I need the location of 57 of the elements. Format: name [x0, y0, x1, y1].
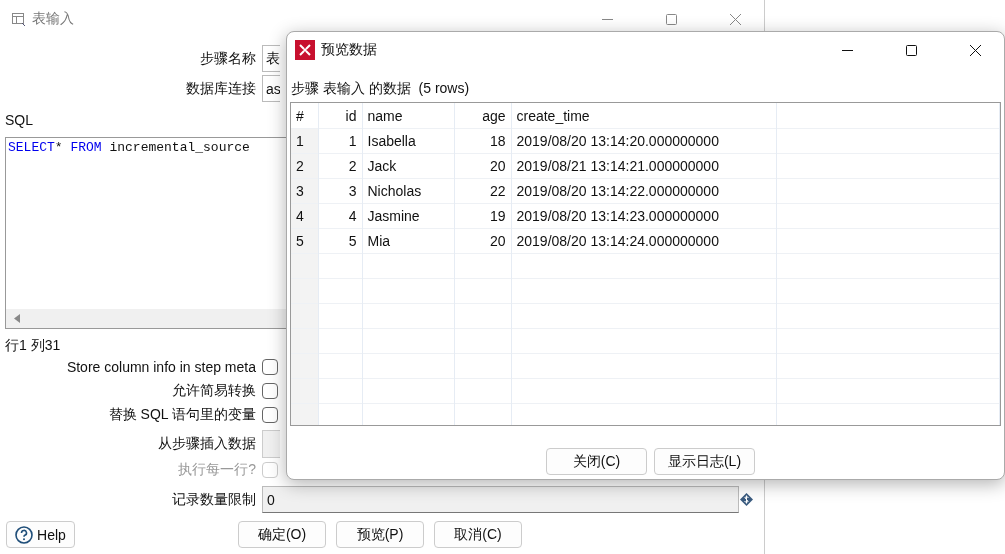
dialog-title: 预览数据: [321, 41, 377, 59]
field-label: 步骤名称: [199, 49, 257, 68]
step-dropdown[interactable]: [262, 430, 280, 458]
table-cell: 5: [318, 228, 362, 254]
app-logo-icon: [295, 40, 315, 60]
table-cell: Jack: [362, 153, 454, 179]
table-cell: Mia: [362, 228, 454, 254]
sql-label: SQL: [5, 111, 33, 130]
row-number: 5: [291, 228, 318, 254]
row-number: 4: [291, 203, 318, 229]
table-cell: 2019/08/20 13:14:23.000000000: [511, 203, 776, 229]
dialog-button[interactable]: 预览(P): [336, 521, 424, 548]
input-field[interactable]: as: [262, 75, 280, 102]
table-cell: 4: [318, 203, 362, 229]
preview-caption: 步骤 表输入 的数据 (5 rows): [291, 79, 470, 98]
row-number: 1: [291, 128, 318, 154]
variable-icon: [740, 493, 753, 506]
dialog-button[interactable]: 确定(O): [238, 521, 326, 548]
table-cell: 22: [454, 178, 511, 204]
dialog-button[interactable]: 取消(C): [434, 521, 522, 548]
table-cell: 20: [454, 228, 511, 254]
table-cell: 2019/08/21 13:14:21.000000000: [511, 153, 776, 179]
option-label: 允许简易转换: [171, 382, 257, 400]
table-cell: 3: [318, 178, 362, 204]
input-field[interactable]: 表: [262, 45, 280, 72]
option-label: 执行每一行?: [177, 461, 257, 479]
checkbox[interactable]: [262, 359, 278, 375]
scroll-left-icon[interactable]: [14, 314, 20, 323]
checkbox[interactable]: [262, 407, 278, 423]
cursor-position: 行1 列31: [5, 336, 61, 355]
table-icon: [12, 12, 26, 26]
option-label: 替换 SQL 语句里的变量: [107, 406, 257, 424]
table-cell: 2019/08/20 13:14:24.000000000: [511, 228, 776, 254]
option-label: Store column info in step meta: [65, 359, 257, 375]
table-cell: 2019/08/20 13:14:20.000000000: [511, 128, 776, 154]
limit-field[interactable]: 0: [262, 486, 739, 513]
field-label: 数据库连接: [185, 79, 257, 98]
table-cell: 20: [454, 153, 511, 179]
option-label: 记录数量限制: [171, 490, 257, 509]
checkbox[interactable]: [262, 383, 278, 399]
table-cell: Nicholas: [362, 178, 454, 204]
dialog-button[interactable]: 显示日志(L): [654, 448, 755, 475]
table-cell: 18: [454, 128, 511, 154]
sql-editor[interactable]: SELECT* FROM incremental_source: [5, 137, 286, 329]
window-title: 表输入: [32, 10, 74, 28]
dialog-button[interactable]: 关闭(C): [546, 448, 647, 475]
table-cell: 2019/08/20 13:14:22.000000000: [511, 178, 776, 204]
row-number: 2: [291, 153, 318, 179]
row-number: 3: [291, 178, 318, 204]
table-cell: 2: [318, 153, 362, 179]
table-cell: 1: [318, 128, 362, 154]
option-label: 从步骤插入数据: [157, 435, 257, 453]
help-icon: [15, 525, 34, 544]
table-cell: 19: [454, 203, 511, 229]
table-cell: Jasmine: [362, 203, 454, 229]
help-button[interactable]: Help: [6, 521, 75, 548]
table-cell: Isabella: [362, 128, 454, 154]
